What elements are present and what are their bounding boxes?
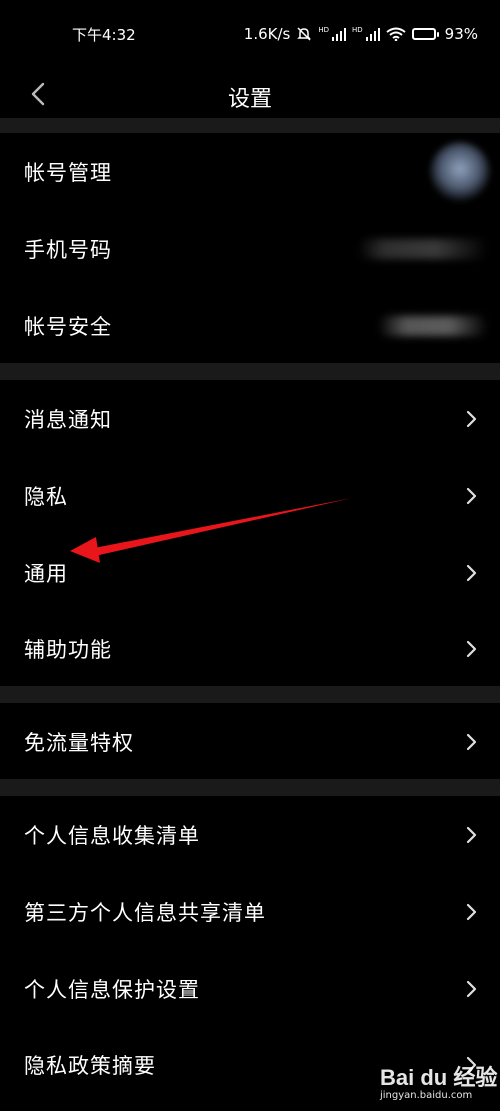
battery-icon [411,28,439,40]
section-divider [0,686,500,703]
row-personal-info-list[interactable]: 个人信息收集清单 [0,796,500,873]
chevron-right-icon [466,826,477,843]
wifi-icon [386,27,406,41]
chevron-right-icon [466,564,477,581]
row-label: 手机号码 [24,237,112,262]
row-label: 隐私政策摘要 [24,1053,156,1078]
page-title: 设置 [227,87,272,112]
row-account-security[interactable]: 帐号安全 [0,287,500,364]
row-account-management[interactable]: 帐号管理 [0,133,500,210]
network-speed: 1.6K/s [243,25,291,43]
row-label: 帐号安全 [24,314,112,339]
row-free-data[interactable]: 免流量特权 [0,703,500,780]
chevron-right-icon [466,733,477,750]
row-label: 通用 [24,561,68,586]
row-label: 辅助功能 [24,637,112,662]
status-icons: 1.6K/s HD HD 93% [244,25,478,43]
section-divider [0,779,500,796]
row-label: 第三方个人信息共享清单 [24,900,266,925]
row-label: 隐私 [24,484,68,509]
account-security-value [378,315,488,336]
row-privacy[interactable]: 隐私 [0,457,500,534]
baidu-watermark: Bai du 经验 jingyan.baidu.com [380,1052,500,1111]
row-accessibility[interactable]: 辅助功能 [0,610,500,687]
row-phone-number[interactable]: 手机号码 [0,210,500,287]
section-divider [0,118,500,133]
row-notifications[interactable]: 消息通知 [0,380,500,457]
header: 设置 [0,68,500,118]
section-divider [0,363,500,380]
watermark-text: Bai du 经验 [380,1065,498,1090]
row-label: 个人信息保护设置 [24,977,200,1002]
signal-icon-1: HD [318,27,346,41]
chevron-right-icon [466,640,477,657]
chevron-right-icon [466,487,477,504]
battery-percent: 93% [444,25,478,43]
row-label: 个人信息收集清单 [24,823,200,848]
mute-bell-icon [297,27,312,41]
status-time: 下午4:32 [72,25,136,44]
chevron-right-icon [466,903,477,920]
phone-number-value [358,238,488,259]
avatar [430,141,490,202]
row-general[interactable]: 通用 [0,534,500,611]
chevron-right-icon [466,980,477,997]
row-label: 帐号管理 [24,160,112,185]
row-label: 消息通知 [24,407,112,432]
status-bar: 下午4:32 1.6K/s HD HD 93% [0,0,500,68]
row-third-party-sharing-list[interactable]: 第三方个人信息共享清单 [0,873,500,950]
chevron-right-icon [466,410,477,427]
watermark-url: jingyan.baidu.com [380,1090,473,1101]
signal-icon-2: HD [352,27,380,41]
row-label: 免流量特权 [24,730,134,755]
row-personal-info-protection[interactable]: 个人信息保护设置 [0,950,500,1027]
